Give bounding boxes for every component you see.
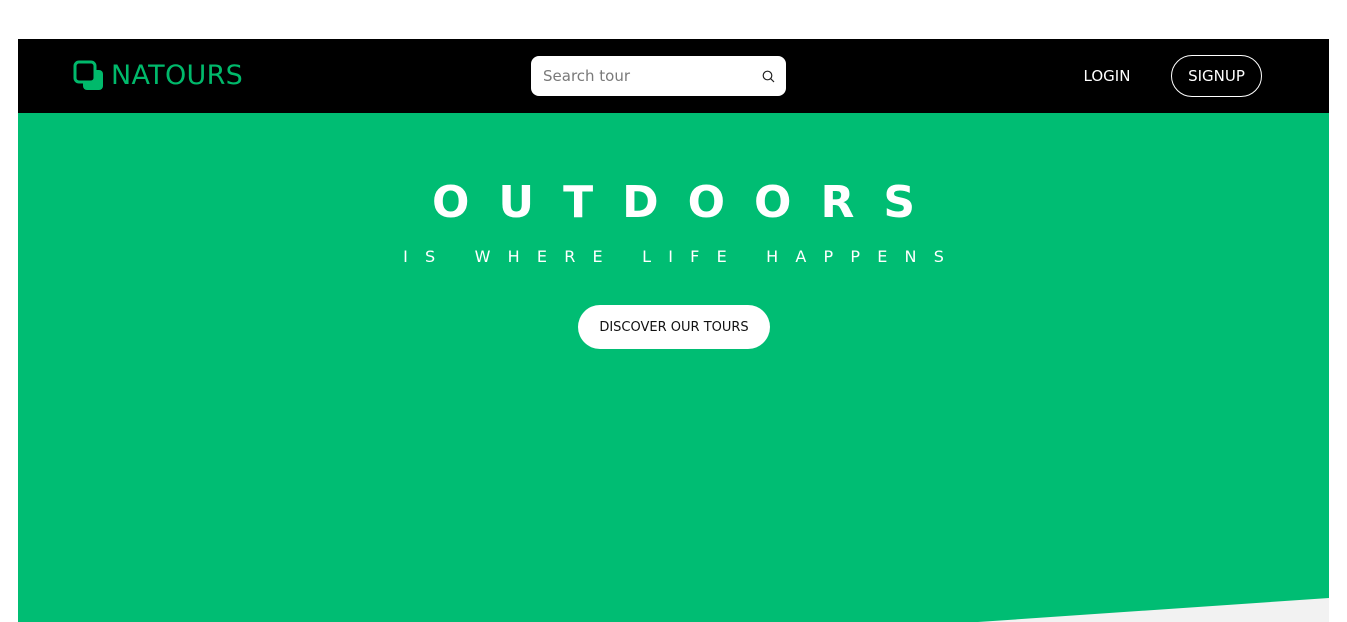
logo-link[interactable]: NATOURS xyxy=(73,60,243,92)
top-navigation: NATOURS LOGIN SIGNUP xyxy=(18,39,1329,113)
search-input[interactable] xyxy=(543,67,760,85)
hero-bottom-slant xyxy=(978,598,1329,622)
page: NATOURS LOGIN SIGNUP OUTDOORS IS WHERE L… xyxy=(0,0,1347,622)
brand-name: NATOURS xyxy=(111,60,244,91)
hero-section: OUTDOORS IS WHERE LIFE HAPPENS DISCOVER … xyxy=(18,113,1329,622)
overlapping-squares-icon xyxy=(73,60,103,90)
login-button[interactable]: LOGIN xyxy=(1068,65,1146,87)
signup-button[interactable]: SIGNUP xyxy=(1171,55,1262,97)
search-bar xyxy=(531,56,786,96)
search-icon[interactable] xyxy=(760,68,776,84)
